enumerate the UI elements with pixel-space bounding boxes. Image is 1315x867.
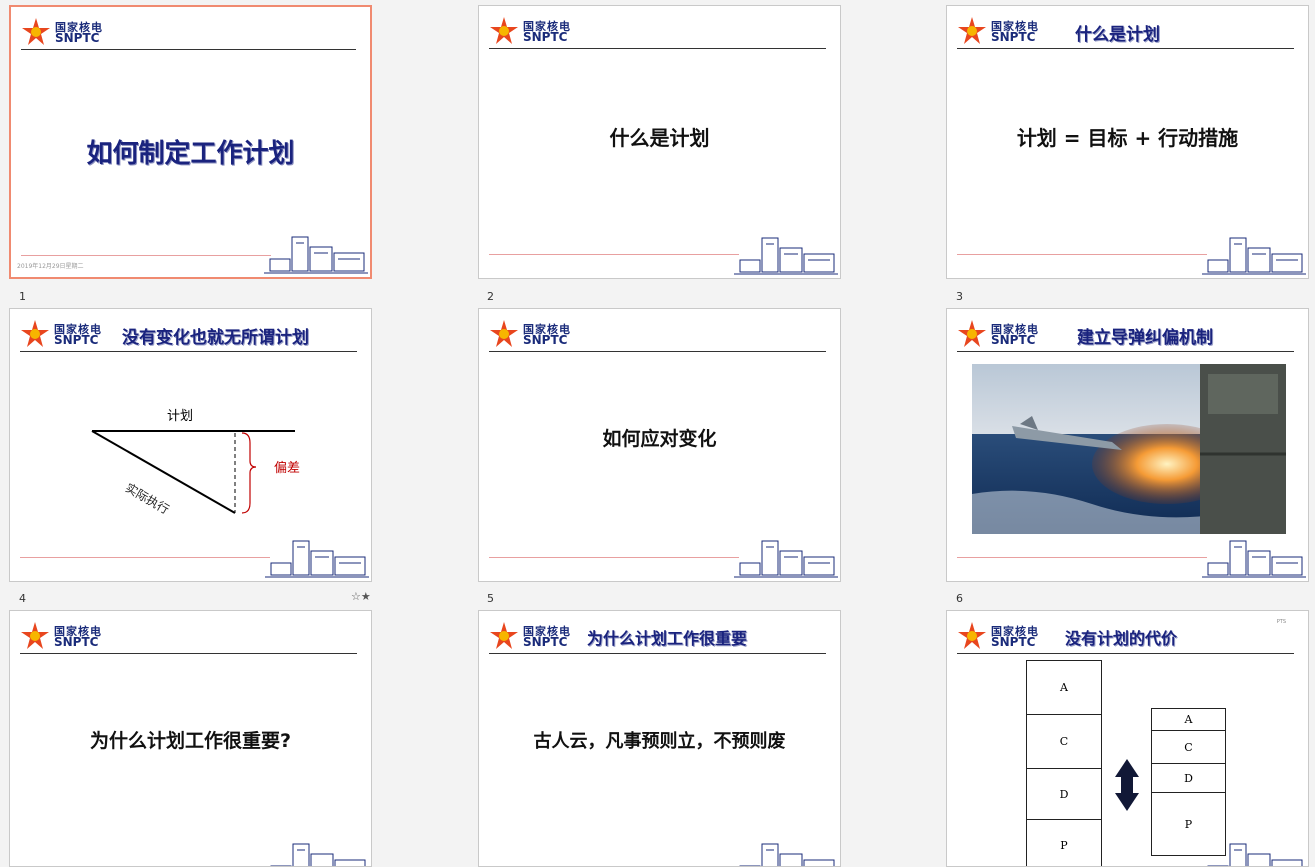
footer-rule (489, 557, 739, 558)
slide-header: 建立导弹纠偏机制 (1077, 328, 1213, 348)
header-rule (489, 351, 826, 352)
left-stack-box-d: D (1026, 768, 1102, 820)
snptc-star-icon (958, 622, 986, 649)
right-stack-box-c: C (1151, 730, 1226, 764)
snptc-star-icon (22, 18, 50, 45)
slide-title: 古人云，凡事预则立，不预则废 (533, 731, 786, 752)
deviation-brace (241, 432, 257, 514)
slide-thumbnail-6[interactable]: 国家核电 SNPTC 建立导弹纠偏机制 (946, 308, 1309, 582)
power-plant-icon (1202, 237, 1306, 275)
header-rule (489, 48, 826, 49)
snptc-logo: 国家核电 SNPTC (957, 16, 1047, 44)
slide-number-5: 5 (487, 592, 494, 605)
snptc-star-icon (490, 17, 518, 44)
double-arrow-icon (1115, 759, 1139, 811)
power-plant-icon (264, 236, 368, 274)
header-rule (20, 653, 357, 654)
header-rule (957, 351, 1294, 352)
power-plant-icon (1202, 540, 1306, 578)
power-plant-icon (270, 843, 366, 866)
logo-en: SNPTC (523, 333, 568, 347)
slide-number-3: 3 (956, 290, 963, 303)
logo-en: SNPTC (54, 635, 99, 649)
slide-title: 为什么计划工作很重要? (89, 730, 292, 752)
snptc-logo: 国家核电 SNPTC (489, 16, 579, 44)
slide-header: 为什么计划工作很重要 (587, 629, 748, 648)
footer-rule (957, 254, 1207, 255)
slide-thumbnail-1[interactable]: 国家核电 SNPTC 如何制定工作计划 2019年12月29日星期二 (9, 5, 372, 279)
slide-number-2: 2 (487, 290, 494, 303)
snptc-logo: 国家核电 SNPTC (957, 319, 1047, 347)
slide-date: 2019年12月29日星期二 (17, 263, 84, 270)
footer-rule (20, 557, 270, 558)
slide-thumbnail-5[interactable]: 国家核电 SNPTC 如何应对变化 (478, 308, 841, 582)
slide-thumbnail-8[interactable]: 国家核电 SNPTC 为什么计划工作很重要 古人云，凡事预则立，不预则废 (478, 610, 841, 867)
slide-thumbnail-2[interactable]: 国家核电 SNPTC 什么是计划 (478, 5, 841, 279)
snptc-logo: 国家核电 SNPTC (489, 319, 579, 347)
header-rule (957, 48, 1294, 49)
plan-label: 计划 (167, 409, 194, 424)
snptc-logo: 国家核电 SNPTC (489, 621, 579, 649)
logo-en: SNPTC (991, 30, 1036, 44)
logo-en: SNPTC (523, 30, 568, 44)
missile-launch-photo (972, 364, 1286, 534)
logo-en: SNPTC (991, 635, 1036, 649)
slide-title: 什么是计划 (609, 126, 710, 150)
snptc-star-icon (958, 17, 986, 44)
header-rule (489, 653, 826, 654)
slide-header: 没有计划的代价 (1065, 629, 1178, 648)
power-plant-icon (1207, 843, 1303, 866)
snptc-star-icon (21, 622, 49, 649)
slide-number-4: 4 (19, 592, 26, 605)
slide-title: 如何应对变化 (602, 428, 717, 450)
slide-number-1: 1 (19, 290, 26, 303)
slide-thumbnail-4[interactable]: 国家核电 SNPTC 没有变化也就无所谓计划 计划 实际执行 偏差 (9, 308, 372, 582)
left-stack-box-a: A (1026, 660, 1102, 715)
left-stack-box-p: P (1026, 819, 1102, 866)
snptc-logo: 国家核电 SNPTC (21, 17, 111, 45)
slide-thumbnail-3[interactable]: 国家核电 SNPTC 什么是计划 计划 = 目标 + 行动措施 (946, 5, 1309, 279)
left-stack-box-c: C (1026, 714, 1102, 769)
slide-title: 如何制定工作计划 (86, 139, 295, 169)
snptc-star-icon (490, 622, 518, 649)
slide-title: 计划 = 目标 + 行动措施 (1016, 126, 1239, 150)
footer-rule (489, 254, 739, 255)
logo-en: SNPTC (55, 31, 100, 45)
animation-star-icon[interactable]: ☆★ (351, 590, 371, 603)
slide-header: 什么是计划 (1075, 25, 1160, 45)
snptc-logo: 国家核电 SNPTC (20, 621, 110, 649)
snptc-logo: 国家核电 SNPTC (957, 621, 1047, 649)
slide-thumbnail-9[interactable]: 国家核电 SNPTC 没有计划的代价 PTS A C D P A C D P (946, 610, 1309, 867)
right-stack-box-d: D (1151, 763, 1226, 793)
footer-rule (957, 557, 1207, 558)
header-rule (21, 49, 356, 50)
slide-thumbnail-7[interactable]: 国家核电 SNPTC 为什么计划工作很重要? (9, 610, 372, 867)
pts-tag: PTS (1276, 619, 1286, 625)
right-stack-box-a: A (1151, 708, 1226, 731)
deviation-label: 偏差 (274, 461, 301, 476)
snptc-star-icon (958, 320, 986, 347)
slide-number-6: 6 (956, 592, 963, 605)
snptc-star-icon (490, 320, 518, 347)
header-rule (957, 653, 1294, 654)
logo-en: SNPTC (991, 333, 1036, 347)
logo-en: SNPTC (523, 635, 568, 649)
power-plant-icon (739, 843, 835, 866)
power-plant-icon (734, 540, 838, 578)
power-plant-icon (265, 540, 369, 578)
power-plant-icon (734, 237, 838, 275)
footer-rule (21, 255, 271, 256)
